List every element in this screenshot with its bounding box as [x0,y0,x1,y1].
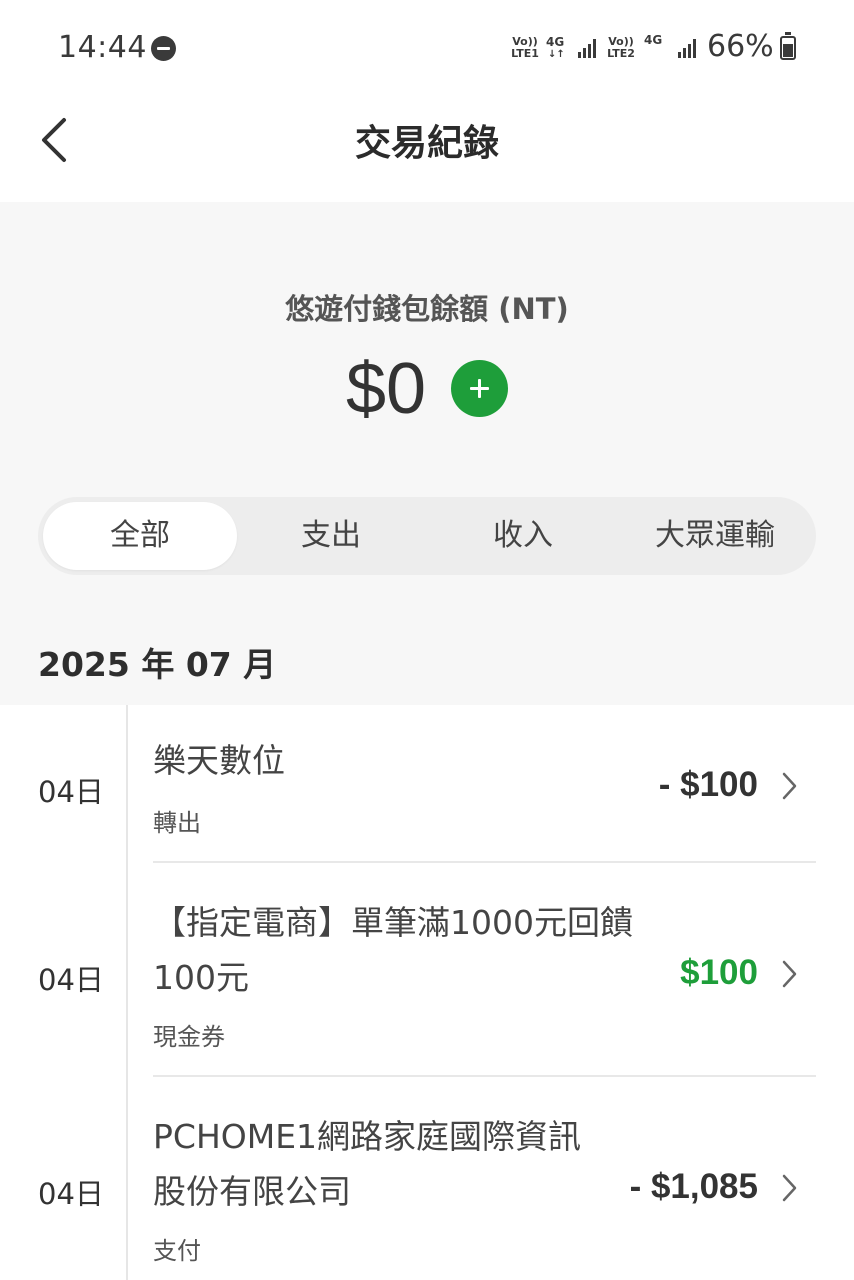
sim1-signal-icon [578,38,596,58]
tab-all[interactable]: 全部 [43,502,237,570]
tab-expense[interactable]: 支出 [234,502,428,570]
app-header: 交易紀錄 [0,96,854,202]
transaction-date: 04日 [38,963,104,997]
battery-percentage: 66% [707,29,774,64]
page-title: 交易紀錄 [354,123,499,164]
sim1-network-label: 4G [546,35,565,49]
chevron-right-icon [782,960,797,988]
wallet-balance-label: 悠遊付錢包餘額 (NT) [285,292,569,326]
transaction-date: 04日 [38,1177,104,1211]
tab-public-transport[interactable]: 大眾運輸 [618,502,812,570]
transaction-title: 樂天數位 [153,741,285,780]
transaction-amount: - $1,085 [629,1167,758,1206]
status-time: 14:44 [58,30,147,65]
transaction-row[interactable]: 04日 PCHOME1網路家庭國際資訊股份有限公司 支付 - $1,085 [0,1077,854,1280]
transaction-row[interactable]: 04日 【指定電商】單筆滿1000元回饋100元 現金券 $100 [0,863,854,1077]
transaction-title: 【指定電商】單筆滿1000元回饋100元 [153,903,633,997]
transaction-amount: $100 [680,953,758,992]
sim2-indicator: Vo)) LTE2 4G [604,34,700,64]
top-up-button[interactable] [451,360,508,417]
month-header: 2025 年 07 月 [38,645,277,684]
transaction-list: 04日 樂天數位 轉出 - $100 04日 【指定電商】單筆滿1000元回饋1… [0,705,854,1280]
chevron-right-icon [782,772,797,800]
sim1-data-arrows-icon: ↓↑ [548,49,565,60]
chevron-right-icon [782,1174,797,1202]
transaction-date: 04日 [38,775,104,809]
do-not-disturb-icon [151,36,176,61]
sim2-volte-label: Vo)) LTE2 [607,35,635,60]
sim1-volte-label: Vo)) LTE1 [511,35,539,60]
wallet-balance-section: 悠遊付錢包餘額 (NT) $0 全部 支出 收入 大眾運輸 2025 年 07 … [0,202,854,705]
wallet-balance-amount: $0 [346,349,427,429]
battery-icon [780,32,796,60]
transaction-title: PCHOME1網路家庭國際資訊股份有限公司 [153,1117,582,1211]
tab-income[interactable]: 收入 [426,502,620,570]
sim2-network-label: 4G [644,33,663,47]
transaction-filter-tabs: 全部 支出 收入 大眾運輸 [38,497,816,575]
transaction-type: 轉出 [153,809,201,837]
transaction-type: 支付 [153,1237,201,1265]
transaction-amount: - $100 [658,765,758,804]
transaction-type: 現金券 [153,1023,225,1051]
status-bar: 14:44 Vo)) LTE1 4G ↓↑ Vo)) LTE2 4G 66% [0,0,854,96]
sim1-indicator: Vo)) LTE1 4G ↓↑ [508,34,598,64]
transaction-row[interactable]: 04日 樂天數位 轉出 - $100 [0,705,854,863]
sim2-signal-icon [678,38,696,58]
